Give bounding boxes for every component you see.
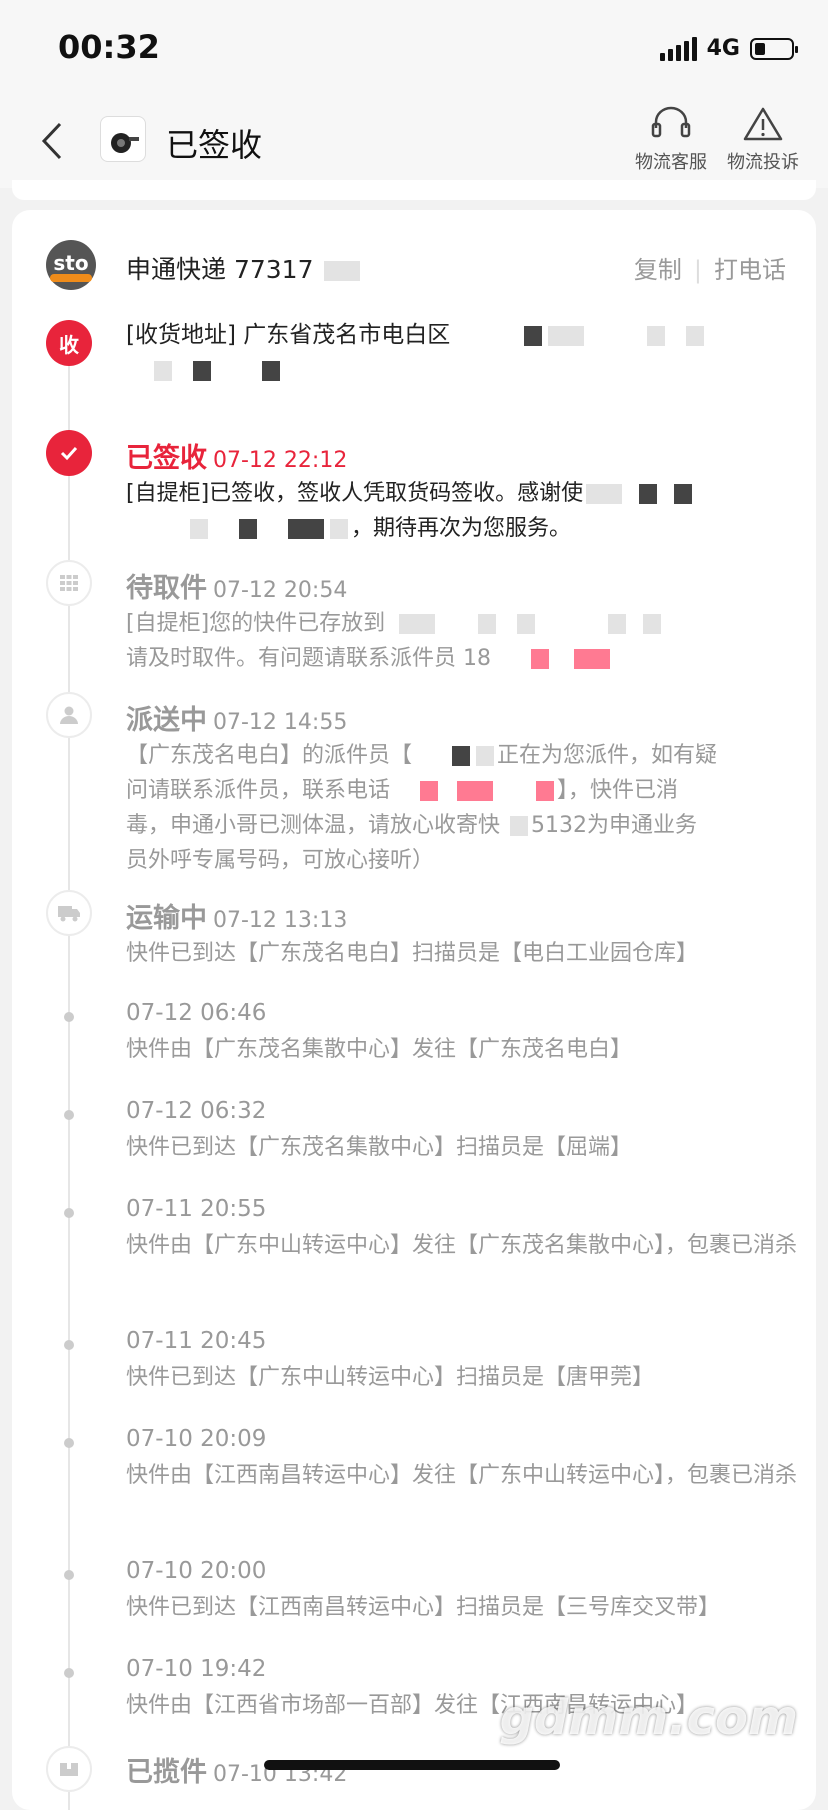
event-awaiting-pickup-text: [自提柜]您的快件已存放到 请及时取件。有问题请联系派件员 18 xyxy=(126,606,798,676)
event-minor-time: 07-12 06:46 xyxy=(126,1000,267,1026)
product-thumbnail[interactable] xyxy=(100,116,146,162)
event-minor-time: 07-11 20:55 xyxy=(126,1196,267,1222)
headset-icon xyxy=(651,106,691,138)
page-title: 已签收 xyxy=(166,126,263,164)
tracking-number: 申通快递 77317 xyxy=(126,250,363,286)
network-type: 4G xyxy=(706,36,740,61)
copy-button[interactable]: 复制 xyxy=(634,256,682,284)
receive-node: 收 xyxy=(46,320,92,366)
watermark: gdmm.com xyxy=(499,1690,798,1746)
truck-icon xyxy=(46,890,92,936)
tracking-card: sto 申通快递 77317 复制 | 打电话 收 [收货地址] 广东省茂名市电白区… xyxy=(12,210,816,1810)
previous-card-edge xyxy=(12,180,816,200)
check-icon xyxy=(46,430,92,476)
call-button[interactable]: 打电话 xyxy=(714,256,786,284)
package-icon xyxy=(46,1746,92,1792)
locker-icon xyxy=(46,560,92,606)
event-minor-time: 07-10 20:09 xyxy=(126,1426,267,1452)
status-bar: 00:32 4G xyxy=(0,0,828,96)
event-minor-text: 快件由【江西南昌转运中心】发往【广东中山转运中心】，包裹已消杀 xyxy=(126,1463,798,1488)
nav-header: 已签收 物流客服 物流投诉 xyxy=(0,96,828,188)
back-arrow-icon[interactable] xyxy=(34,118,74,164)
battery-icon xyxy=(750,37,798,60)
event-delivering-text: 【广东茂名电白】的派件员【 正在为您派件，如有疑 问请联系派件员，联系电话 】，快件… xyxy=(126,743,718,873)
signal-icon xyxy=(659,36,697,61)
logistics-complaint-label: 物流投诉 xyxy=(727,152,799,173)
event-minor-text: 快件已到达【江西南昌转运中心】扫描员是【三号库交叉带】 xyxy=(126,1595,721,1620)
logistics-complaint-button[interactable]: 物流投诉 xyxy=(708,106,818,174)
event-minor-text: 快件由【广东茂名集散中心】发往【广东茂名电白】 xyxy=(126,1037,633,1062)
event-in-transit-title: 运输中 07-12 13:13 xyxy=(126,903,348,934)
warning-icon xyxy=(743,107,783,141)
carrier-actions: 复制 | 打电话 xyxy=(633,256,786,284)
carrier-row: sto 申通快递 77317 复制 | 打电话 xyxy=(12,210,816,320)
event-signed-text: [自提柜]已签收，签收人凭取货码签收。感谢使 ，期待再次为您服务。 xyxy=(126,476,798,546)
sto-logo: sto xyxy=(46,240,96,290)
status-indicators: 4G xyxy=(659,36,798,61)
logistics-service-label: 物流客服 xyxy=(635,152,707,173)
event-minor-text: 快件由【广东中山转运中心】发往【广东茂名集散中心】，包裹已消杀 xyxy=(126,1233,798,1258)
event-in-transit-text: 快件已到达【广东茂名电白】扫描员是【电白工业园仓库】 xyxy=(126,941,699,966)
home-indicator[interactable] xyxy=(264,1760,560,1770)
event-awaiting-pickup-title: 待取件 07-12 20:54 xyxy=(126,573,348,604)
address-text: [收货地址] 广东省茂名市电白区 xyxy=(126,318,798,388)
event-delivering-title: 派送中 07-12 14:55 xyxy=(126,705,348,736)
event-minor-time: 07-10 19:42 xyxy=(126,1656,267,1682)
event-signed-title: 已签收 07-12 22:12 xyxy=(126,443,348,474)
event-minor-text: 快件已到达【广东茂名集散中心】扫描员是【屈端】 xyxy=(126,1135,633,1160)
event-minor-time: 07-11 20:45 xyxy=(126,1328,267,1354)
courier-icon xyxy=(46,692,92,738)
event-minor-time: 07-12 06:32 xyxy=(126,1098,267,1124)
event-minor-time: 07-10 20:00 xyxy=(126,1558,267,1584)
bell-product-icon xyxy=(111,133,139,153)
event-minor-text: 快件已到达【广东中山转运中心】扫描员是【唐甲莞】 xyxy=(126,1365,655,1390)
timeline-line xyxy=(68,320,70,1810)
status-time: 00:32 xyxy=(58,28,160,66)
